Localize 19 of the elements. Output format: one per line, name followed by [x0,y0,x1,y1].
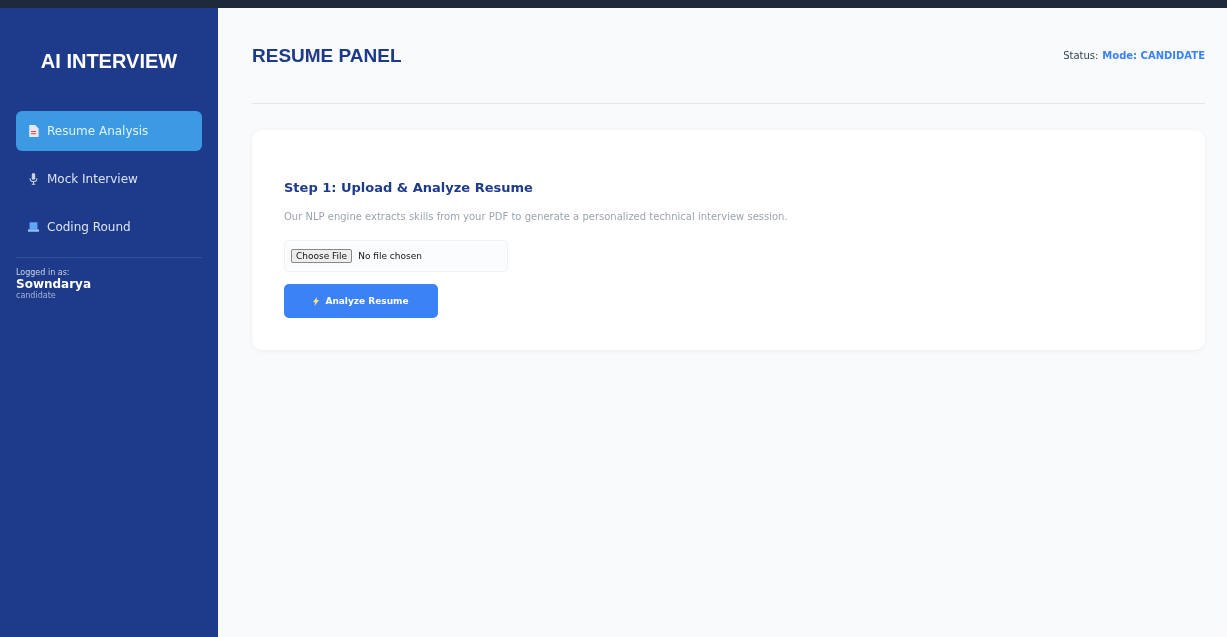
user-name: Sowndarya [16,277,93,291]
status-value: Mode: CANDIDATE [1102,50,1205,61]
card-description: Our NLP engine extracts skills from your PDF to generate a personalized technical interview session. [284,211,789,222]
card-heading: Step 1: Upload & Analyze Resume [284,180,534,195]
sidebar-item[interactable]: Mock Interview [16,159,202,199]
sidebar-item[interactable]: Coding Round [16,207,202,247]
logged-in-caption: Logged in as: [16,268,71,277]
microphone-icon [28,173,39,185]
choose-file-button[interactable]: Choose File [291,249,353,263]
file-status: No file chosen [358,251,422,261]
status-label: Status: [1063,50,1099,61]
lightning-icon [313,296,320,306]
file-input[interactable]: Choose File No file chosen [284,240,508,272]
analyze-button[interactable]: Analyze Resume [284,284,438,318]
user-role: candidate [16,291,56,300]
laptop-icon [28,221,39,233]
app-title: AI INTERVIEW [39,49,179,74]
page-title: RESUME PANEL [252,44,402,67]
document-icon [28,125,39,137]
